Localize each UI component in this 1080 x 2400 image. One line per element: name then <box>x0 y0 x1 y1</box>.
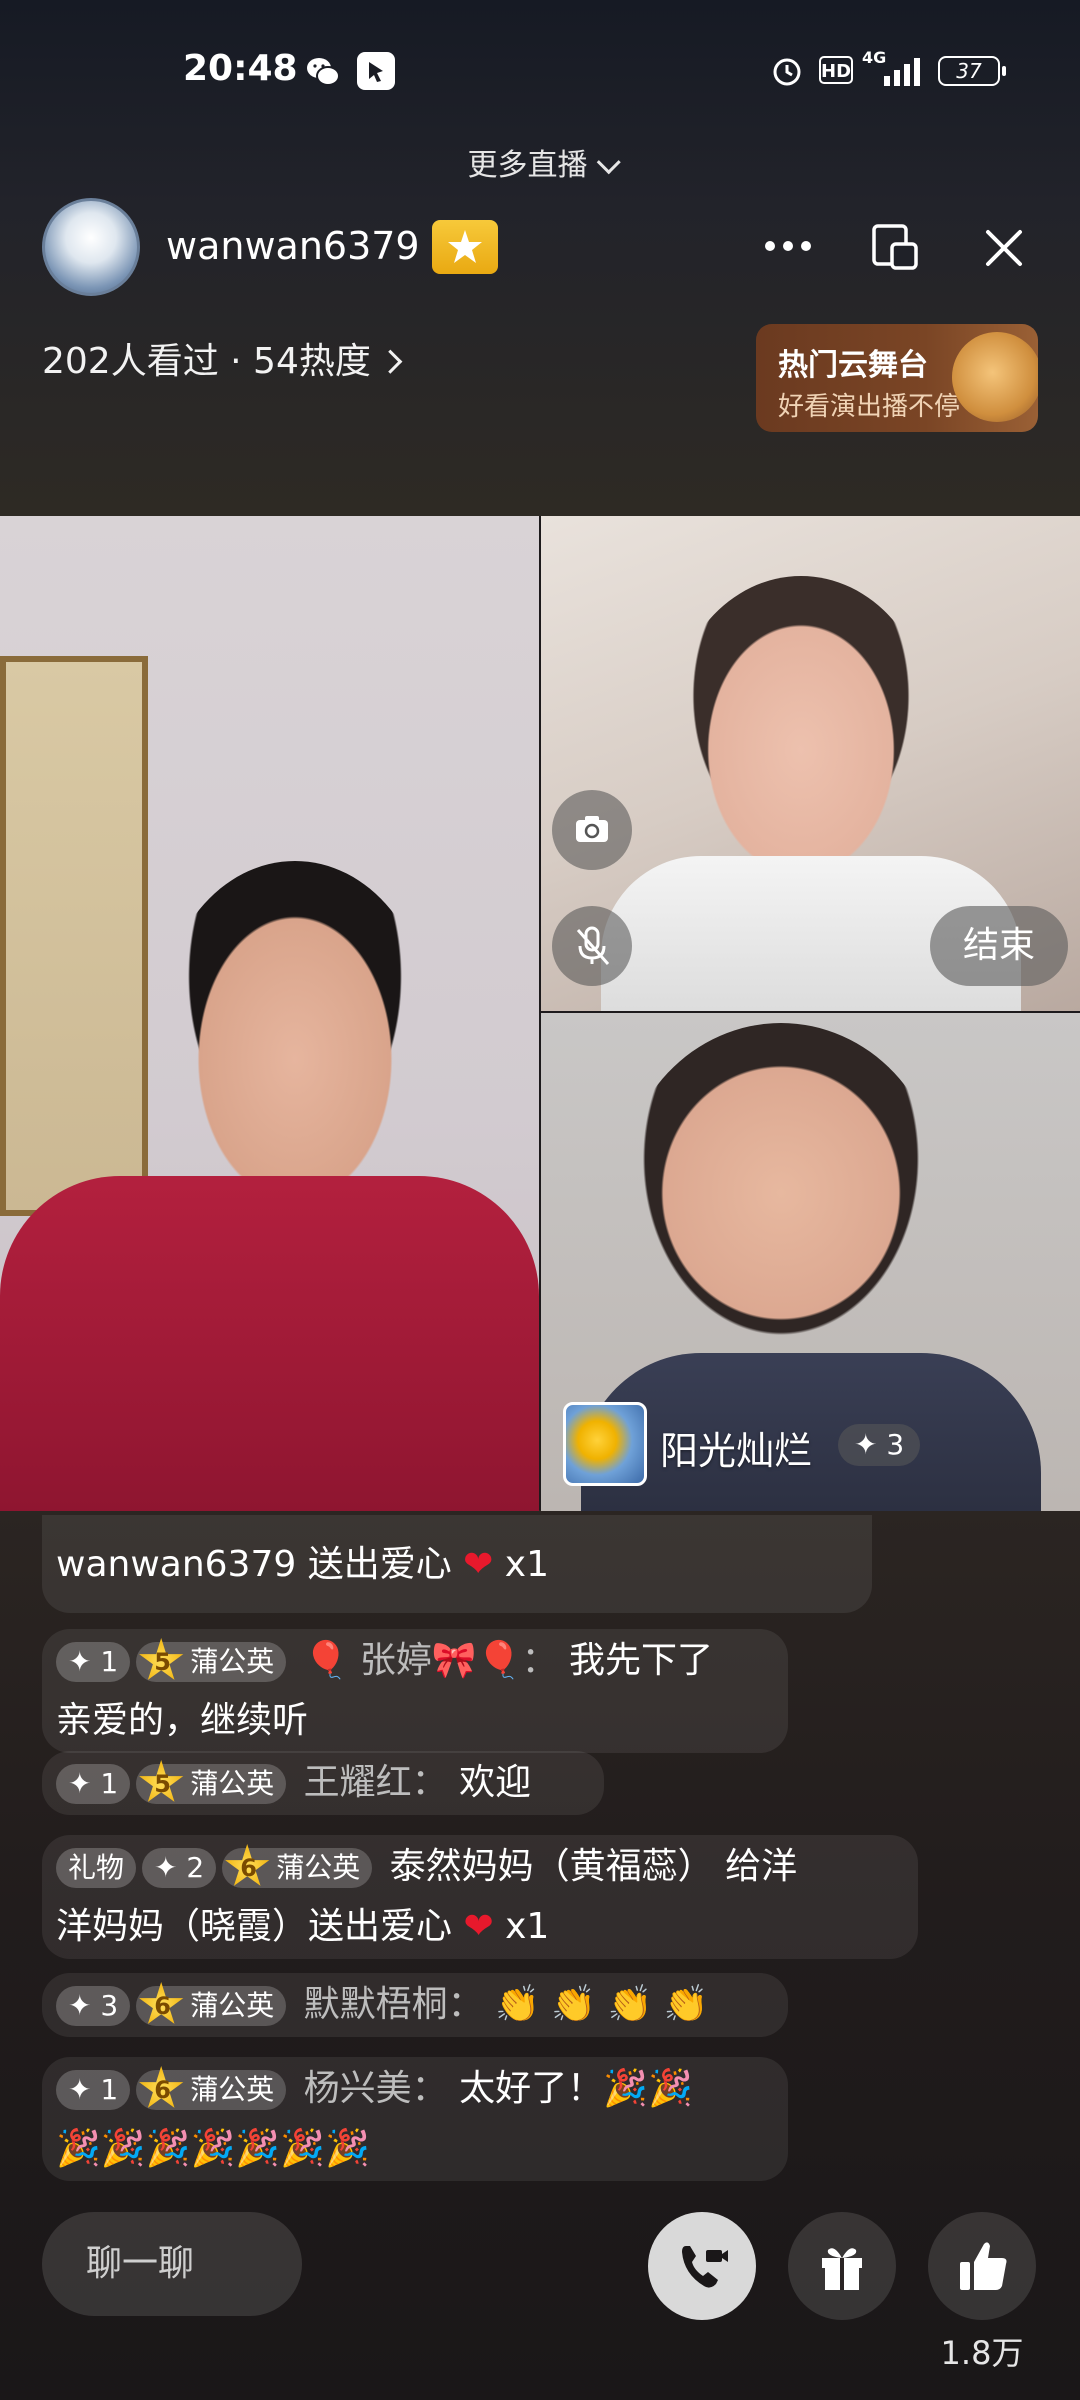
guest-level-badge: ✦ 3 <box>838 1424 921 1466</box>
chat-message: ✦ 1 5 蒲公英 王耀红： 欢迎 <box>42 1751 604 1815</box>
chat-suffix: x1 <box>504 1544 549 1585</box>
chat-nickname[interactable]: 默默梧桐： <box>304 1984 484 2025</box>
guest-avatar[interactable] <box>563 1402 647 1486</box>
chat-nickname[interactable]: 杨兴美： <box>304 2068 448 2109</box>
gift-icon <box>822 2248 862 2290</box>
chat-nickname[interactable]: 🎈 张婷🎀🎈： <box>304 1640 558 1681</box>
like-button[interactable] <box>928 2212 1036 2320</box>
chat-text-line2: 🎉🎉🎉🎉🎉🎉🎉 <box>56 2128 370 2169</box>
chat-text: 我先下了 <box>569 1640 714 1681</box>
end-call-button[interactable]: 结束 <box>930 906 1068 986</box>
host-person <box>160 861 430 1191</box>
chevron-down-icon <box>596 150 621 175</box>
viewer-stats-label: 202人看过 · 54热度 <box>42 341 371 382</box>
wechat-icon <box>305 54 341 90</box>
screen-switch-icon[interactable] <box>868 220 922 274</box>
guest2-person <box>621 1023 941 1363</box>
thumbs-up-icon <box>960 2242 1007 2290</box>
fan-badge: ✦ 3 <box>56 1986 131 2026</box>
chat-message: ✦ 3 6 蒲公英 默默梧桐： 👏 👏 👏 👏 <box>42 1973 788 2037</box>
status-time: 20:48 <box>183 48 298 89</box>
club-badge: 5 蒲公英 <box>136 1764 287 1804</box>
chat-text-line2: 亲爱的，继续听 <box>56 1700 309 1741</box>
club-level: 6 <box>154 1992 171 2020</box>
fan-badge: ✦ 1 <box>56 1642 131 1682</box>
club-level: 5 <box>154 1770 171 1798</box>
chat-nickname[interactable]: 王耀红： <box>304 1762 448 1803</box>
chat-text: 👏 👏 👏 👏 <box>495 1984 709 2025</box>
club-name: 蒲公英 <box>190 1767 275 1800</box>
club-badge: 6 蒲公英 <box>222 1848 373 1888</box>
host-body <box>0 1176 539 1511</box>
club-level: 6 <box>240 1854 257 1882</box>
guest1-person <box>671 576 931 876</box>
club-name: 蒲公英 <box>190 1989 275 2022</box>
fan-badge: ✦ 1 <box>56 1764 131 1804</box>
hd-badge: HD <box>819 56 853 84</box>
club-level: 5 <box>154 1648 171 1676</box>
promo-thumbnail <box>952 332 1038 422</box>
camera-switch-icon[interactable] <box>552 790 632 870</box>
mic-mute-icon[interactable] <box>552 906 632 986</box>
club-level: 6 <box>154 2076 171 2104</box>
chat-text: 泰然妈妈（黄福蕊） 给洋 <box>389 1846 798 1887</box>
host-username[interactable]: wanwan6379 <box>166 224 420 268</box>
battery-indicator: 37 <box>938 56 1006 86</box>
club-badge: 6 蒲公英 <box>136 2070 287 2110</box>
club-badge: 5 蒲公英 <box>136 1642 287 1682</box>
video-call-icon <box>682 2246 728 2288</box>
gift-button[interactable] <box>788 2212 896 2320</box>
like-count: 1.8万 <box>940 2334 1024 2372</box>
video-call-button[interactable] <box>648 2212 756 2320</box>
close-icon[interactable] <box>980 224 1028 272</box>
promo-card[interactable]: 热门云舞台 好看演出播不停 <box>756 324 1038 432</box>
host-level-badge <box>432 220 498 274</box>
promo-title: 热门云舞台 <box>778 348 928 383</box>
chat-text-line2: 洋妈妈（晓霞）送出爱心 <box>56 1906 453 1947</box>
notification-app-icon <box>357 52 395 90</box>
chat-text: 欢迎 <box>459 1762 532 1803</box>
gift-tag: 礼物 <box>56 1848 137 1888</box>
fan-badge: ✦ 2 <box>142 1848 217 1888</box>
chat-text: wanwan6379 送出爱心 <box>56 1544 452 1585</box>
club-badge: 6 蒲公英 <box>136 1986 287 2026</box>
chat-text: 太好了！🎉🎉 <box>459 2068 693 2109</box>
fan-badge: ✦ 1 <box>56 2070 131 2110</box>
host-avatar[interactable] <box>42 198 140 296</box>
status-bar: 20:48 HD 4G 37 <box>0 40 1080 104</box>
club-name: 蒲公英 <box>190 1645 275 1678</box>
club-name: 蒲公英 <box>190 2073 275 2106</box>
wall-scroll-painting <box>0 656 148 1216</box>
promo-subtitle: 好看演出播不停 <box>778 392 961 422</box>
chat-message: ✦ 1 5 蒲公英 🎈 张婷🎀🎈： 我先下了 亲爱的，继续听 <box>42 1629 788 1753</box>
signal-icon <box>880 54 924 88</box>
chat-suffix: x1 <box>505 1906 550 1947</box>
viewer-stats[interactable]: 202人看过 · 54热度 <box>42 332 403 384</box>
host-video-feed <box>0 516 539 1511</box>
chat-input[interactable]: 聊一聊 <box>42 2212 302 2316</box>
more-live-dropdown[interactable]: 更多直播 <box>0 140 1080 184</box>
chat-message: 礼物 ✦ 2 6 蒲公英 泰然妈妈（黄福蕊） 给洋 洋妈妈（晓霞）送出爱心 ❤ x1 <box>42 1835 918 1959</box>
more-options-icon[interactable] <box>760 226 816 266</box>
more-live-label: 更多直播 <box>467 148 588 183</box>
chat-message: ✦ 1 6 蒲公英 杨兴美： 太好了！🎉🎉 🎉🎉🎉🎉🎉🎉🎉 <box>42 2057 788 2181</box>
heart-icon: ❤ <box>463 1544 494 1585</box>
chat-message: wanwan6379 送出爱心 ❤ x1 <box>42 1515 872 1613</box>
heart-icon: ❤ <box>463 1906 494 1947</box>
guest-name[interactable]: 阳光灿烂 <box>660 1420 812 1475</box>
club-name: 蒲公英 <box>276 1851 361 1884</box>
alarm-icon <box>770 54 804 88</box>
